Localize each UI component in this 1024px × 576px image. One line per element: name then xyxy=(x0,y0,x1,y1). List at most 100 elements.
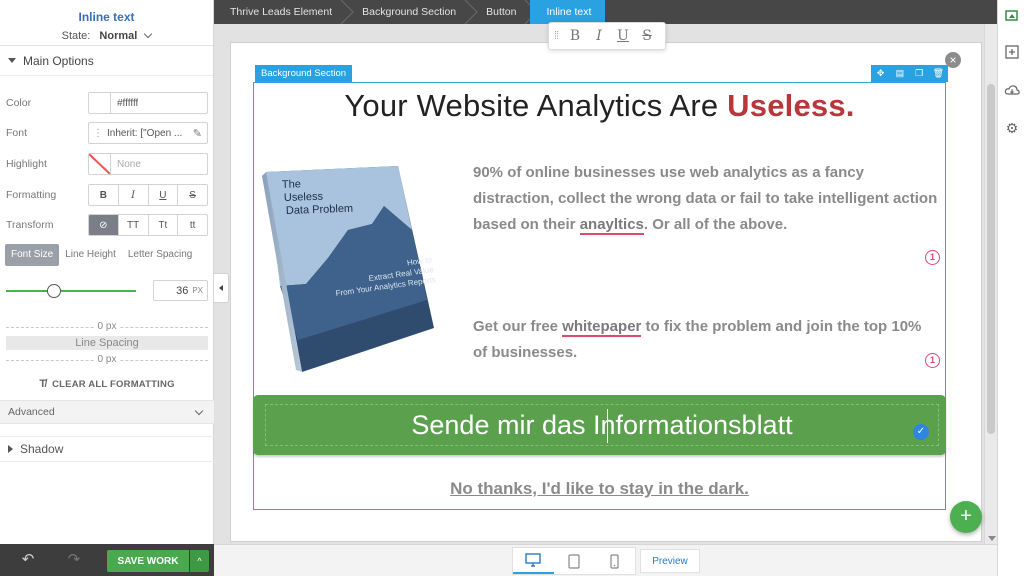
toolbar-strikethrough-button[interactable]: S xyxy=(635,28,659,44)
add-element-button[interactable]: + xyxy=(950,501,982,533)
strikethrough-button[interactable]: S xyxy=(178,185,207,205)
transform-label: Transform xyxy=(6,219,54,231)
tab-line-height[interactable]: Line Height xyxy=(59,244,122,266)
caret-down-icon xyxy=(8,58,16,63)
breadcrumb-inline-text[interactable]: Inline text xyxy=(530,0,606,24)
main-options-header[interactable]: Main Options xyxy=(0,46,213,76)
transform-capitalize-button[interactable]: Tt xyxy=(148,215,179,235)
intro-paragraph[interactable]: 90% of online businesses use web analyti… xyxy=(473,160,938,238)
inline-format-toolbar: ⁞⁞ B I U S xyxy=(548,22,666,50)
state-label: State: xyxy=(61,30,91,42)
spacing-top-value[interactable]: 0 px xyxy=(0,321,214,332)
font-selector[interactable]: ⋮ Inherit: ["Open ... ✎ xyxy=(88,122,208,144)
transform-buttons: ⊘ TT Tt tt xyxy=(88,214,208,236)
underline-button[interactable]: U xyxy=(148,185,179,205)
drag-handle-icon[interactable]: ⁞⁞ xyxy=(549,31,563,42)
italic-button[interactable]: I xyxy=(118,185,149,205)
preview-button[interactable]: Preview xyxy=(640,549,700,573)
scrollbar-thumb[interactable] xyxy=(987,84,995,434)
transform-lowercase-button[interactable]: tt xyxy=(178,215,207,235)
right-sidebar: ⚙ xyxy=(997,0,1024,576)
no-color-swatch[interactable] xyxy=(89,154,111,174)
transform-none-button[interactable]: ⊘ xyxy=(89,215,119,235)
mobile-icon[interactable] xyxy=(594,548,635,574)
whitepaper-book-image[interactable]: The Useless Data Problem How to Extract … xyxy=(262,166,438,372)
save-options-caret[interactable]: ^ xyxy=(190,550,209,572)
breadcrumb-button[interactable]: Button xyxy=(470,0,530,24)
paint-icon[interactable] xyxy=(1004,8,1020,24)
move-icon[interactable]: ✥ xyxy=(871,65,890,82)
breadcrumb-background-section[interactable]: Background Section xyxy=(346,0,470,24)
breadcrumb: Thrive Leads Element Background Section … xyxy=(214,0,997,24)
delete-icon[interactable]: 🗑 xyxy=(929,65,948,82)
font-row: Font ⋮ Inherit: ["Open ... ✎ xyxy=(0,121,214,145)
font-size-slider-handle[interactable] xyxy=(47,284,62,298)
add-element-icon[interactable] xyxy=(1004,44,1020,60)
color-label: Color xyxy=(6,97,32,109)
book-title-line3: Data Problem xyxy=(286,203,354,217)
state-selector[interactable]: State: Normal xyxy=(0,29,213,42)
chevron-down-icon xyxy=(194,406,204,416)
clear-formatting-button[interactable]: T̸ CLEAR ALL FORMATTING xyxy=(0,378,214,390)
no-thanks-link[interactable]: No thanks, I'd like to stay in the dark. xyxy=(253,479,946,499)
font-label: Font xyxy=(6,127,28,139)
transform-uppercase-button[interactable]: TT xyxy=(118,215,149,235)
breadcrumb-thrive-leads-element[interactable]: Thrive Leads Element xyxy=(214,0,346,24)
settings-gear-icon[interactable]: ⚙ xyxy=(1004,120,1020,136)
advanced-label: Advanced xyxy=(8,406,55,418)
color-swatch[interactable] xyxy=(89,93,111,113)
toolbar-italic-button[interactable]: I xyxy=(587,28,611,44)
headline[interactable]: Your Website Analytics Are Useless. xyxy=(253,88,946,124)
section-badge[interactable]: Background Section xyxy=(255,65,353,82)
redo-icon[interactable]: ↷ xyxy=(66,552,82,568)
font-size-slider-track[interactable] xyxy=(6,290,136,292)
device-preview-bar: Preview xyxy=(214,544,997,576)
transform-row: Transform ⊘ TT Tt tt xyxy=(0,213,214,237)
panel-title: Inline text xyxy=(78,10,135,24)
bold-button[interactable]: B xyxy=(89,185,119,205)
formatting-row: Formatting B I U S xyxy=(0,183,214,207)
font-value: Inherit: ["Open ... xyxy=(107,127,183,139)
spellcheck-badge[interactable]: 1 xyxy=(925,353,940,368)
edit-pencil-icon[interactable]: ✎ xyxy=(193,127,202,140)
misspelled-word: whitepaper xyxy=(562,318,642,337)
highlight-picker[interactable]: None xyxy=(88,153,208,175)
undo-icon[interactable]: ↶ xyxy=(20,552,36,568)
drag-handle-icon: ⋮ xyxy=(93,127,103,139)
desktop-icon[interactable] xyxy=(513,548,554,574)
toolbar-underline-button[interactable]: U xyxy=(611,28,635,44)
tab-letter-spacing[interactable]: Letter Spacing xyxy=(122,244,199,266)
caret-left-icon xyxy=(219,285,223,291)
canvas-scrollbar[interactable] xyxy=(984,24,997,544)
advanced-section-header[interactable]: Advanced xyxy=(0,400,214,424)
cloud-icon[interactable] xyxy=(1004,82,1020,98)
scroll-down-arrow-icon[interactable] xyxy=(988,536,996,541)
spellcheck-badge[interactable]: 1 xyxy=(925,250,940,265)
offer-paragraph[interactable]: Get our free whitepaper to fix the probl… xyxy=(473,314,938,366)
line-spacing-bar: Line Spacing xyxy=(6,336,208,350)
settings-icon[interactable]: ▤ xyxy=(890,65,909,82)
panel-header: Inline text State: Normal xyxy=(0,0,213,46)
cta-inline-text[interactable]: Sende mir das Informationsblatt xyxy=(265,404,939,446)
tab-font-size[interactable]: Font Size xyxy=(5,244,60,266)
save-work-button[interactable]: SAVE WORK xyxy=(107,550,189,572)
clear-format-icon: T̸ xyxy=(39,378,47,390)
spacing-bottom-value[interactable]: 0 px xyxy=(0,354,214,365)
checkmark-icon: ✓ xyxy=(913,424,929,440)
tablet-icon[interactable] xyxy=(554,548,595,574)
formatting-label: Formatting xyxy=(6,189,57,201)
font-size-input[interactable]: 36 PX xyxy=(153,280,208,301)
headline-accent: Useless. xyxy=(727,88,855,123)
offer-text-start: Get our free xyxy=(473,318,563,335)
clear-formatting-label: CLEAR ALL FORMATTING xyxy=(52,379,175,390)
device-switcher xyxy=(512,547,636,575)
formatting-buttons: B I U S xyxy=(88,184,208,206)
shadow-section-header[interactable]: Shadow xyxy=(0,436,214,462)
color-picker[interactable]: #ffffff xyxy=(88,92,208,114)
book-title-line2: Useless xyxy=(284,191,324,204)
duplicate-icon[interactable]: ❐ xyxy=(910,65,929,82)
main-options-label: Main Options xyxy=(23,53,94,68)
collapse-panel-button[interactable] xyxy=(214,273,229,303)
properties-panel: Inline text State: Normal Main Options C… xyxy=(0,0,214,576)
toolbar-bold-button[interactable]: B xyxy=(563,28,587,44)
